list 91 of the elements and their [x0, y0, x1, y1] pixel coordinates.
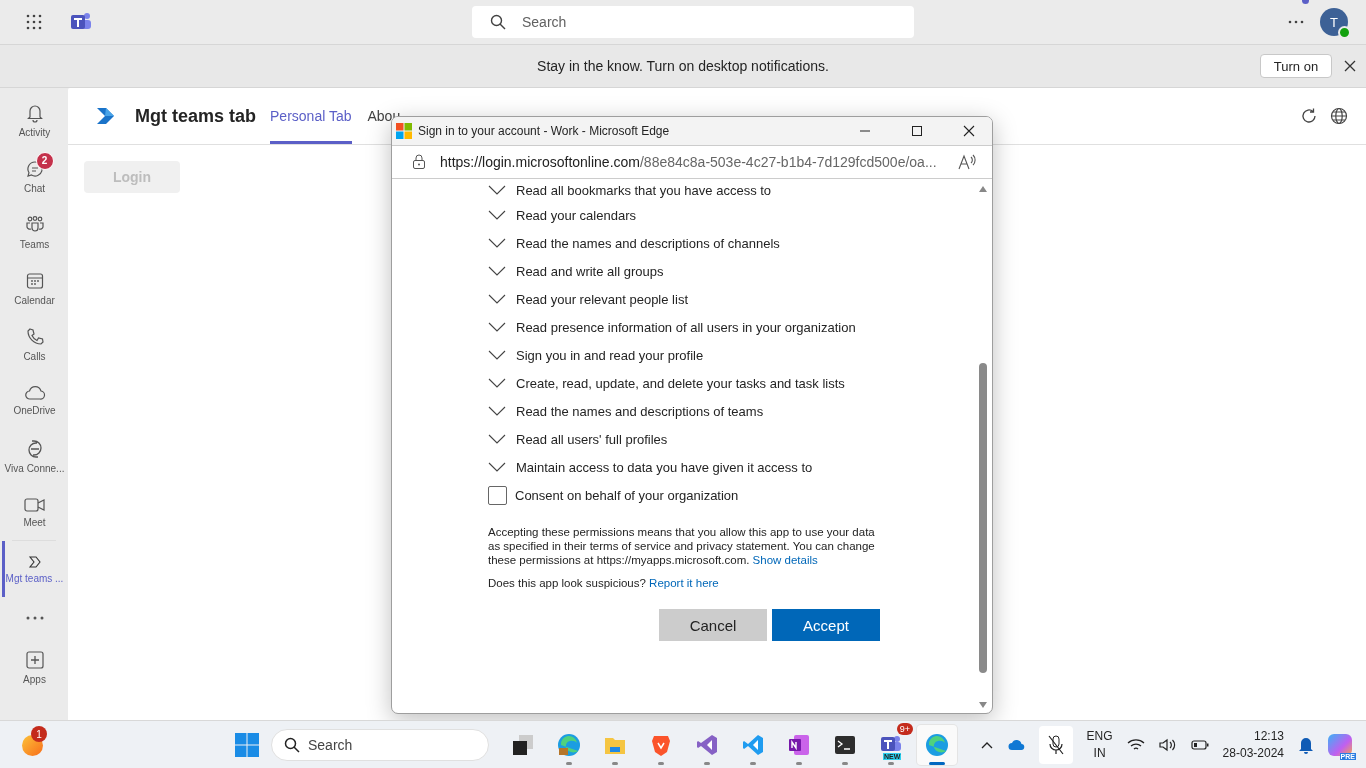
phone-icon [24, 326, 45, 347]
maximize-icon[interactable] [911, 125, 923, 137]
badge: 2 [35, 151, 54, 170]
globe-icon[interactable] [1330, 107, 1348, 125]
bell-icon[interactable] [1298, 735, 1314, 754]
badge: 9+ [896, 722, 913, 735]
app-title: Mgt teams tab [135, 105, 257, 127]
presence-icon [1338, 26, 1351, 39]
wifi-icon[interactable] [1126, 737, 1145, 752]
lock-icon [412, 154, 426, 170]
chat-icon [24, 158, 45, 179]
volume-icon[interactable] [1158, 737, 1177, 752]
cloud-icon [23, 384, 46, 401]
rail-item[interactable]: Teams [2, 204, 68, 260]
notebook-icon [787, 732, 811, 757]
notification-message: Stay in the know. Turn on desktop notifications. [537, 58, 829, 74]
microsoft-logo-icon [396, 123, 412, 139]
rail-item[interactable]: 2 Chat [2, 148, 68, 204]
rail-item[interactable]: Activity [2, 92, 68, 148]
permission-text: Read all users' full profiles [516, 431, 668, 447]
read-aloud-icon[interactable] [958, 154, 976, 170]
scroll-up-icon[interactable] [978, 185, 988, 193]
chevron-down-icon[interactable] [488, 238, 506, 248]
scroll-down-icon[interactable] [978, 701, 988, 709]
cancel-button[interactable]: Cancel [659, 609, 767, 641]
calendar-icon [24, 270, 45, 291]
chevron-down-icon[interactable] [488, 294, 506, 304]
rail-item[interactable]: Apps [2, 639, 68, 695]
battery-icon[interactable] [1190, 738, 1209, 751]
search-field[interactable]: Search [472, 6, 914, 38]
avatar[interactable]: T [1320, 8, 1348, 36]
more-icon[interactable] [1288, 20, 1304, 24]
chevron-down-icon[interactable] [488, 266, 506, 276]
permission-text: Maintain access to data you have given it access to [516, 459, 813, 475]
show-details-link[interactable]: Show details [752, 554, 818, 566]
notice-text: Accepting these permissions means that you allow this app to use your data as specified in their terms of service and privacy statement. You can change these permissions at https://myapps.microsoft.com. Show details [488, 525, 876, 567]
rail-item[interactable]: Calendar [2, 260, 68, 316]
badge: 1 [31, 726, 47, 742]
report-link[interactable]: Report it here [649, 577, 719, 589]
permission-text: Read the names and descriptions of teams [516, 403, 764, 419]
url-field[interactable]: https://login.microsoftonline.com/88e84c8a-503e-4c27-b1b4-7d129fcd500e/oa... [440, 154, 944, 170]
clock[interactable]: 12:13 28-03-2024 [1222, 727, 1284, 762]
task-view-icon [511, 732, 535, 757]
search-icon [490, 14, 506, 30]
video-icon [23, 496, 46, 513]
chevron-down-icon[interactable] [488, 406, 506, 416]
chevron-down-icon[interactable] [488, 434, 506, 444]
rail-item[interactable]: OneDrive [2, 372, 68, 428]
close-icon[interactable] [963, 125, 975, 137]
rail-item[interactable]: Meet [2, 484, 68, 540]
windows-start-icon[interactable] [235, 732, 259, 757]
add-icon [24, 649, 45, 670]
accept-button[interactable]: Accept [772, 609, 880, 641]
chevron-down-icon[interactable] [488, 185, 506, 195]
teams-logo-icon [70, 12, 92, 32]
language-indicator[interactable]: ENG IN [1086, 727, 1113, 762]
refresh-icon[interactable] [1300, 107, 1318, 125]
app-icon [27, 554, 42, 569]
close-icon[interactable] [1344, 60, 1356, 72]
search-field[interactable]: Search [271, 728, 489, 761]
chevron-down-icon[interactable] [488, 210, 506, 220]
chevron-down-icon[interactable] [488, 462, 506, 472]
search-icon [284, 736, 300, 753]
permission-text: Read all bookmarks that you have access to [516, 182, 772, 198]
permission-text: Read presence information of all users in your organization [516, 319, 856, 335]
cloud-icon[interactable] [1006, 738, 1025, 751]
chevron-down-icon[interactable] [488, 378, 506, 388]
permission-text: Read and write all groups [516, 263, 664, 279]
chevron-down-icon[interactable] [488, 322, 506, 332]
permission-text: Read the names and descriptions of channels [516, 235, 780, 251]
turn-on-button[interactable]: Turn on [1260, 54, 1332, 78]
app-launcher-icon[interactable] [26, 14, 42, 30]
checkbox-label: Consent on behalf of your organization [515, 488, 739, 503]
more-icon [25, 616, 44, 620]
checkbox[interactable] [488, 486, 507, 505]
browser-icon [925, 732, 949, 757]
rail-item[interactable]: Calls [2, 316, 68, 372]
app-logo-icon [96, 107, 116, 125]
browser-briefcase-icon [557, 732, 581, 757]
window-title: Sign in to your account - Work - Microsoft Edge [418, 124, 671, 138]
chevron-down-icon[interactable] [488, 350, 506, 360]
people-icon [24, 214, 45, 235]
permission-text: Read your relevant people list [516, 291, 688, 307]
rail-item[interactable]: Viva Conne... [2, 428, 68, 484]
suspicious-text: Does this app look suspicious? Report it here [488, 577, 720, 589]
permission-text: Create, read, update, and delete your tasks and task lists [516, 375, 845, 391]
permission-text: Read your calendars [516, 207, 636, 223]
microphone-muted-icon[interactable] [1038, 725, 1073, 764]
permission-text: Sign you in and read your profile [516, 347, 704, 363]
chevron-up-icon[interactable] [980, 740, 993, 749]
tab[interactable]: Personal Tab [270, 88, 352, 144]
